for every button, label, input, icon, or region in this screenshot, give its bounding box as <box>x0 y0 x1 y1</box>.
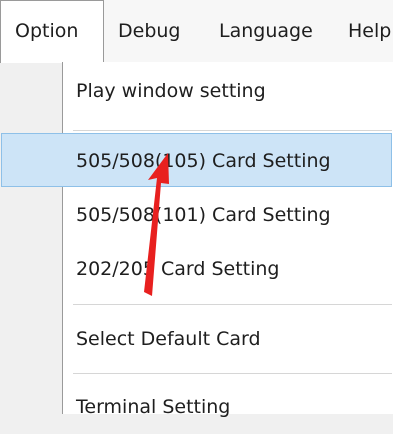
menu-item-505-508-105-card-setting[interactable]: 505/508(105) Card Setting <box>1 133 392 187</box>
menu-separator <box>73 304 392 305</box>
menu-item-505-508-101-card-setting[interactable]: 505/508(101) Card Setting <box>63 188 392 242</box>
menu-item-label: 202/205 Card Setting <box>76 258 280 280</box>
window-background <box>0 63 62 414</box>
menu-language[interactable]: Language <box>219 0 313 62</box>
menu-item-label: Select Default Card <box>76 328 261 350</box>
menu-item-label: Play window setting <box>76 80 266 102</box>
menu-separator <box>73 130 392 131</box>
option-dropdown-menu: Play window setting 505/508(105) Card Se… <box>1 62 393 418</box>
menu-item-terminal-setting[interactable]: Terminal Setting <box>63 380 392 434</box>
menu-help[interactable]: Help <box>348 0 391 62</box>
menu-debug[interactable]: Debug <box>118 0 180 62</box>
menu-bar: Option Debug Language Help <box>0 0 393 63</box>
menu-item-label: 505/508(105) Card Setting <box>76 150 331 172</box>
menu-item-202-205-card-setting[interactable]: 202/205 Card Setting <box>63 242 392 296</box>
menu-item-play-window-setting[interactable]: Play window setting <box>63 64 392 118</box>
menu-item-label: 505/508(101) Card Setting <box>76 204 331 226</box>
menu-item-select-default-card[interactable]: Select Default Card <box>63 312 392 366</box>
menu-separator <box>73 373 392 374</box>
menu-item-label: Terminal Setting <box>76 396 231 418</box>
menu-option[interactable]: Option <box>0 0 104 63</box>
